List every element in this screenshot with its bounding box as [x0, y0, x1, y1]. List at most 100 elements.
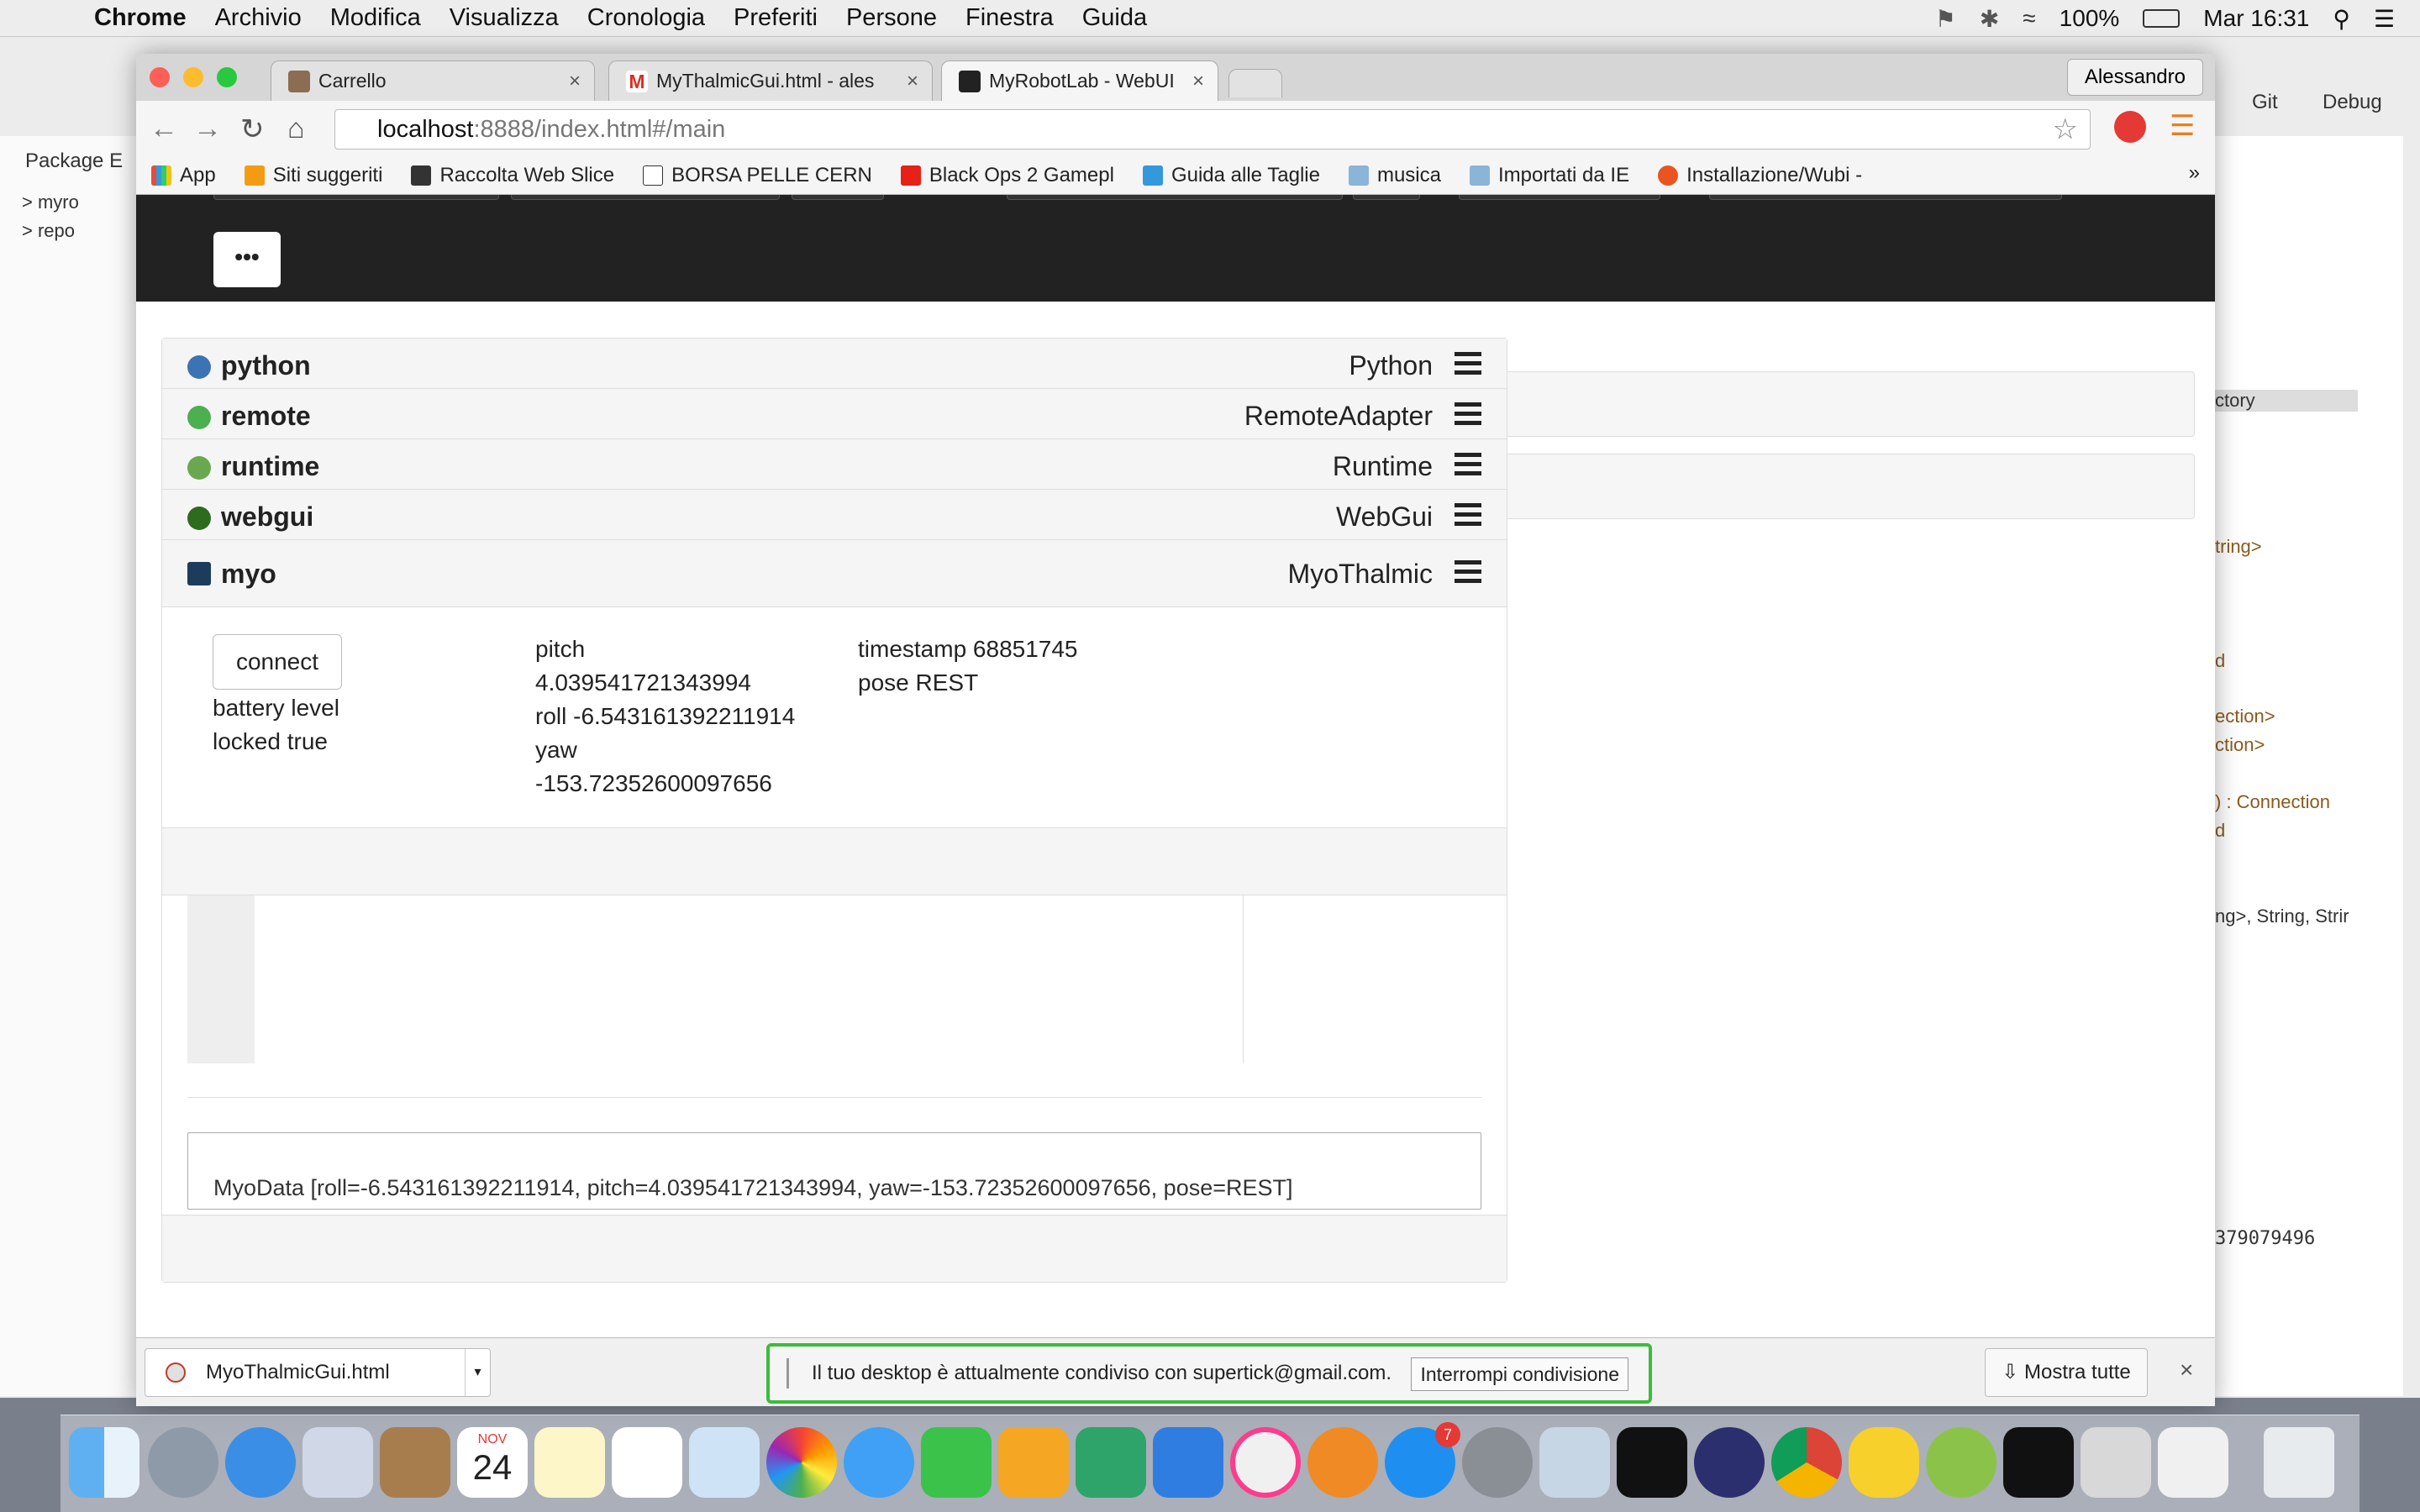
- terminal-icon[interactable]: [2003, 1427, 2074, 1498]
- list-icon[interactable]: [1455, 503, 1481, 527]
- close-download-bar-icon[interactable]: ×: [2180, 1357, 2193, 1383]
- bookmarks-overflow-icon[interactable]: »: [2189, 161, 2200, 185]
- battery-percent[interactable]: 100%: [2060, 5, 2120, 32]
- bookmark-wubi[interactable]: Installazione/Wubi -: [1658, 164, 1862, 187]
- download-item[interactable]: MyoThalmicGui.html ▾: [145, 1348, 491, 1397]
- bookmark-black-ops[interactable]: Black Ops 2 Gamepl: [900, 164, 1114, 187]
- notes-icon[interactable]: [534, 1427, 605, 1498]
- reminders-icon[interactable]: [612, 1427, 682, 1498]
- launchpad-icon[interactable]: [148, 1427, 218, 1498]
- safari-icon[interactable]: [225, 1427, 296, 1498]
- close-tab-icon[interactable]: ×: [907, 70, 918, 93]
- battery-icon[interactable]: [2143, 9, 2181, 28]
- list-icon[interactable]: [1455, 352, 1481, 375]
- pages-icon[interactable]: [998, 1427, 1069, 1498]
- clock[interactable]: Mar 16:31: [2203, 5, 2309, 32]
- android-studio-icon[interactable]: [1926, 1427, 1996, 1498]
- app-store-icon[interactable]: 7: [1385, 1422, 1460, 1498]
- extension-stop-icon[interactable]: [2114, 111, 2146, 143]
- new-tab-button[interactable]: [1228, 69, 1282, 97]
- menu-persone[interactable]: Persone: [846, 4, 937, 32]
- chrome-apps-icon[interactable]: [2081, 1427, 2151, 1498]
- network-utility-icon[interactable]: [1539, 1427, 1610, 1498]
- bookmark-folder-musica[interactable]: musica: [1348, 164, 1441, 187]
- bookmark-app[interactable]: App: [151, 164, 216, 187]
- bluetooth-icon[interactable]: ✱: [1980, 5, 1999, 33]
- menu-app-chrome[interactable]: Chrome: [94, 4, 187, 32]
- keynote-icon[interactable]: [1153, 1427, 1223, 1498]
- forward-arrow-icon[interactable]: →: [193, 113, 222, 145]
- tab-carrello[interactable]: Carrello ×: [271, 60, 595, 101]
- close-tab-icon[interactable]: ×: [569, 70, 581, 93]
- facetime-icon[interactable]: [921, 1427, 992, 1498]
- eclipse-git-button[interactable]: Git: [2252, 91, 2278, 114]
- list-icon[interactable]: [1455, 453, 1481, 476]
- list-icon[interactable]: [1455, 560, 1481, 584]
- cyberduck-icon[interactable]: [1849, 1427, 1919, 1498]
- numbers-icon[interactable]: [1076, 1427, 1146, 1498]
- tab-gmail[interactable]: M MyThalmicGui.html - ales ×: [608, 60, 933, 101]
- bookmark-folder-importati[interactable]: Importati da IE: [1470, 164, 1629, 187]
- calendar-icon[interactable]: NOV 24: [457, 1427, 528, 1498]
- tree-item-repo[interactable]: > repo: [22, 220, 75, 242]
- java-icon[interactable]: [2158, 1427, 2228, 1498]
- home-icon[interactable]: ⌂: [287, 113, 305, 145]
- more-button[interactable]: •••: [213, 232, 281, 287]
- menu-finestra[interactable]: Finestra: [965, 4, 1054, 32]
- menu-preferiti[interactable]: Preferiti: [734, 4, 818, 32]
- address-bar[interactable]: localhost:8888/index.html#/main ☆: [334, 109, 2091, 150]
- bookmark-raccolta[interactable]: Raccolta Web Slice: [411, 164, 614, 187]
- photos-icon[interactable]: [766, 1427, 837, 1498]
- list-icon[interactable]: [1455, 402, 1481, 426]
- chevron-down-icon[interactable]: ▾: [465, 1349, 490, 1396]
- eclipse-icon[interactable]: [1694, 1427, 1765, 1498]
- reload-icon[interactable]: ↻: [240, 113, 265, 146]
- spotlight-search-icon[interactable]: ⚲: [2333, 5, 2350, 33]
- zoom-window-icon[interactable]: [217, 67, 237, 87]
- show-all-downloads-button[interactable]: ⇩ Mostra tutte: [1985, 1348, 2148, 1397]
- service-runtime[interactable]: runtime Runtime: [162, 439, 1507, 490]
- eclipse-debug-button[interactable]: Debug: [2323, 91, 2382, 114]
- menu-visualizza[interactable]: Visualizza: [450, 4, 559, 32]
- chrome-icon[interactable]: [1771, 1427, 1842, 1498]
- menu-guida[interactable]: Guida: [1082, 4, 1147, 32]
- bookmark-borsa[interactable]: BORSA PELLE CERN: [643, 164, 872, 187]
- profile-button[interactable]: Alessandro: [2066, 59, 2203, 96]
- chrome-menu-icon[interactable]: ☰: [2170, 109, 2195, 143]
- notification-center-icon[interactable]: ☰: [2374, 5, 2395, 33]
- tab-myrobotlab[interactable]: MyRobotLab - WebUI ×: [941, 60, 1218, 101]
- mail-icon[interactable]: [302, 1427, 373, 1498]
- bookmark-star-icon[interactable]: ☆: [2053, 110, 2078, 149]
- wifi-icon[interactable]: ≈: [2023, 5, 2035, 32]
- trash-icon[interactable]: [2264, 1427, 2334, 1498]
- notification-bell-icon[interactable]: ⚑: [1935, 5, 1956, 33]
- system-preferences-icon[interactable]: [1462, 1427, 1533, 1498]
- connect-button[interactable]: connect: [213, 634, 342, 690]
- tree-item-myro[interactable]: > myro: [22, 192, 79, 213]
- ibooks-icon[interactable]: [1307, 1427, 1378, 1498]
- bookmark-guida-taglie[interactable]: Guida alle Taglie: [1142, 164, 1320, 187]
- service-remote[interactable]: remote RemoteAdapter: [162, 389, 1507, 439]
- preview-icon[interactable]: [689, 1427, 760, 1498]
- minimize-window-icon[interactable]: [183, 67, 203, 87]
- log-textarea[interactable]: MyoData [roll=-6.543161392211914, pitch=…: [187, 1132, 1481, 1210]
- menu-cronologia[interactable]: Cronologia: [587, 4, 705, 32]
- bookmark-siti-suggeriti[interactable]: Siti suggeriti: [244, 164, 382, 187]
- service-webgui[interactable]: webgui WebGui: [162, 490, 1507, 540]
- back-arrow-icon[interactable]: ←: [150, 113, 178, 145]
- package-explorer-title[interactable]: Package E: [25, 150, 123, 173]
- finder-icon[interactable]: [69, 1427, 139, 1498]
- itunes-icon[interactable]: [1230, 1427, 1301, 1498]
- app-store-badge: 7: [1435, 1422, 1460, 1447]
- menu-modifica[interactable]: Modifica: [330, 4, 421, 32]
- messages-icon[interactable]: [844, 1427, 914, 1498]
- service-myo[interactable]: myo MyoThalmic: [162, 540, 1507, 607]
- contacts-icon[interactable]: [380, 1427, 450, 1498]
- gopro-icon[interactable]: [1617, 1427, 1687, 1498]
- menu-archivio[interactable]: Archivio: [215, 4, 302, 32]
- close-window-icon[interactable]: [150, 67, 170, 87]
- service-python[interactable]: python Python: [162, 339, 1507, 389]
- stop-sharing-button[interactable]: Interrompi condivisione: [1411, 1357, 1628, 1391]
- close-tab-icon[interactable]: ×: [1192, 70, 1204, 93]
- navbar-item: [511, 195, 780, 200]
